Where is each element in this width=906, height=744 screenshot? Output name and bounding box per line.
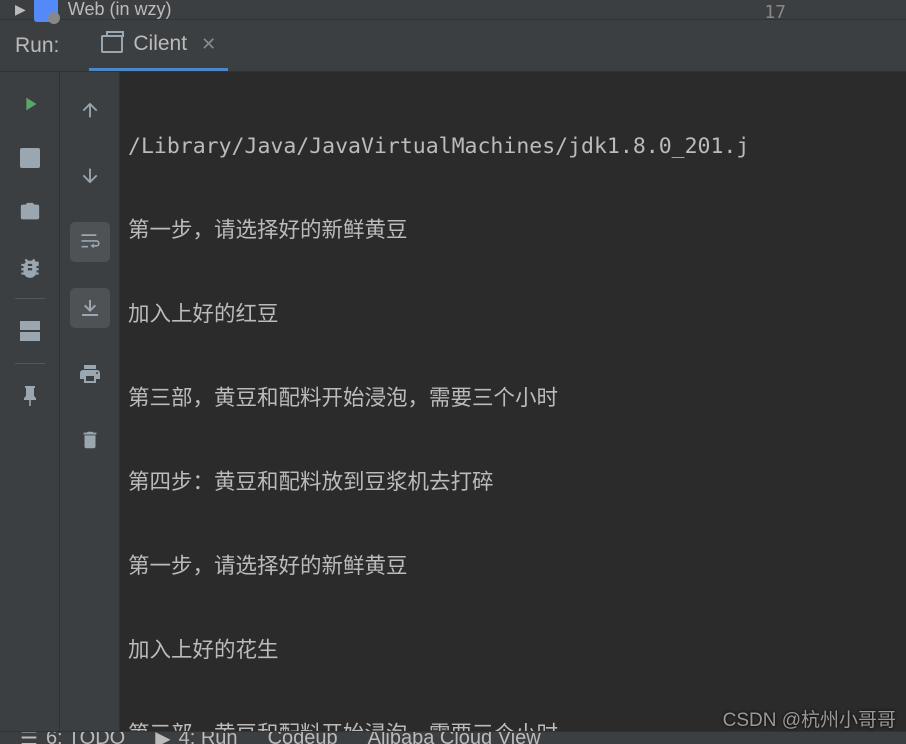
top-project-bar: ▶ Web (in wzy) 17 [0, 0, 906, 20]
clear-all-button[interactable] [70, 420, 110, 460]
toolbar-divider [15, 363, 45, 364]
console-line: 第四步：黄豆和配料放到豆浆机去打碎 [128, 462, 898, 504]
run-label: Run: [15, 34, 59, 58]
run-config-tab[interactable]: Cilent ✕ [89, 20, 228, 71]
todo-icon: ☰ [20, 731, 38, 744]
status-bar: ☰ 6: TODO ▶ 4: Run Codeup Alibaba Cloud … [0, 731, 906, 744]
layout-settings-button[interactable] [16, 317, 44, 345]
tab-title: Cilent [133, 32, 187, 56]
print-button[interactable] [70, 354, 110, 394]
web-module-icon [34, 0, 58, 22]
scroll-up-button[interactable] [70, 90, 110, 130]
play-icon: ▶ [155, 731, 170, 744]
scroll-to-end-button[interactable] [70, 288, 110, 328]
dump-threads-button[interactable] [16, 198, 44, 226]
console-line: 第一步，请选择好的新鲜黄豆 [128, 210, 898, 252]
console-line: 第一步，请选择好的新鲜黄豆 [128, 546, 898, 588]
codeup-tool-button[interactable]: Codeup [268, 731, 338, 744]
console-output[interactable]: /Library/Java/JavaVirtualMachines/jdk1.8… [120, 72, 906, 731]
pin-tab-button[interactable] [16, 382, 44, 410]
alibaba-cloud-button[interactable]: Alibaba Cloud View [368, 731, 541, 744]
console-line: 加入上好的红豆 [128, 294, 898, 336]
csdn-watermark: CSDN @杭州小哥哥 [723, 705, 896, 732]
line-number: 17 [764, 2, 786, 23]
scroll-down-button[interactable] [70, 156, 110, 196]
attach-debugger-button[interactable] [16, 252, 44, 280]
run-tool-window-body: /Library/Java/JavaVirtualMachines/jdk1.8… [0, 72, 906, 731]
run-actions-toolbar [0, 72, 60, 731]
stop-button[interactable] [16, 144, 44, 172]
toolbar-divider [15, 298, 45, 299]
project-name: Web (in wzy) [68, 0, 172, 20]
console-line: /Library/Java/JavaVirtualMachines/jdk1.8… [128, 126, 898, 168]
soft-wrap-button[interactable] [70, 222, 110, 262]
console-line: 加入上好的花生 [128, 630, 898, 672]
console-line: 第三部，黄豆和配料开始浸泡，需要三个小时 [128, 378, 898, 420]
close-tab-icon[interactable]: ✕ [201, 34, 216, 55]
run-tool-button[interactable]: ▶ 4: Run [155, 731, 237, 744]
rerun-button[interactable] [16, 90, 44, 118]
todo-tool-button[interactable]: ☰ 6: TODO [20, 731, 125, 744]
run-tool-window-header: Run: Cilent ✕ [0, 20, 906, 72]
run-dropdown-icon[interactable]: ▶ [15, 1, 26, 18]
application-icon [101, 35, 123, 53]
console-actions-toolbar [60, 72, 120, 731]
